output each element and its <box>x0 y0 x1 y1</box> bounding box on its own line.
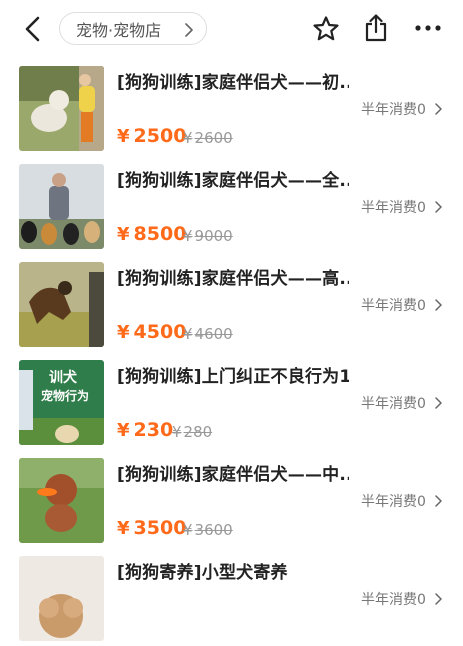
chevron-right-icon <box>434 397 443 409</box>
product-thumbnail <box>19 164 104 249</box>
chevron-right-icon <box>184 22 194 37</box>
list-item[interactable]: [狗狗训练]家庭伴侣犬——初... 半年消费0 ¥2500 ¥2600 <box>0 58 463 156</box>
product-thumbnail <box>19 458 104 543</box>
item-price: ¥2500 <box>117 125 187 147</box>
item-title: [狗狗训练]家庭伴侣犬——初... <box>117 73 349 93</box>
back-arrow-icon[interactable] <box>20 14 48 44</box>
breadcrumb: 宠物·宠物店 <box>76 20 162 40</box>
item-title: [狗狗训练]家庭伴侣犬——全... <box>117 171 349 191</box>
product-list: [狗狗训练]家庭伴侣犬——初... 半年消费0 ¥2500 ¥2600 [狗狗训… <box>0 58 463 646</box>
share-icon[interactable] <box>363 13 389 43</box>
item-price: ¥230 <box>117 419 174 441</box>
product-thumbnail: 训犬 宠物行为 <box>19 360 104 445</box>
item-original-price: ¥3600 <box>183 521 233 539</box>
item-title: [狗狗训练]家庭伴侣犬——中... <box>117 465 349 485</box>
item-title: [狗狗训练]家庭伴侣犬——高... <box>117 269 349 289</box>
item-title: [狗狗训练]上门纠正不良行为1... <box>117 367 349 387</box>
item-original-price: ¥280 <box>172 423 213 441</box>
list-item[interactable]: [狗狗训练]家庭伴侣犬——全... 半年消费0 ¥8500 ¥9000 <box>0 156 463 254</box>
chevron-right-icon <box>434 593 443 605</box>
item-price: ¥8500 <box>117 223 187 245</box>
item-original-price: ¥4600 <box>183 325 233 343</box>
item-original-price: ¥2600 <box>183 129 233 147</box>
product-thumbnail <box>19 262 104 347</box>
item-sales: 半年消费0 <box>361 99 443 119</box>
thumbnail-caption-top: 训犬 <box>49 369 78 386</box>
item-sales: 半年消费0 <box>361 197 443 217</box>
more-icon[interactable] <box>414 18 442 38</box>
list-item[interactable]: [狗狗训练]家庭伴侣犬——中... 半年消费0 ¥3500 ¥3600 <box>0 450 463 548</box>
item-sales: 半年消费0 <box>361 295 443 315</box>
item-price: ¥4500 <box>117 321 187 343</box>
item-sales: 半年消费0 <box>361 393 443 413</box>
product-thumbnail <box>19 66 104 151</box>
star-icon[interactable] <box>312 15 340 43</box>
item-sales: 半年消费0 <box>361 589 443 609</box>
top-bar: 宠物·宠物店 <box>0 0 463 58</box>
chevron-right-icon <box>434 201 443 213</box>
chevron-right-icon <box>434 495 443 507</box>
chevron-right-icon <box>434 103 443 115</box>
breadcrumb-chip[interactable]: 宠物·宠物店 <box>59 12 207 45</box>
list-item[interactable]: 训犬 宠物行为 [狗狗训练]上门纠正不良行为1... 半年消费0 ¥230 ¥2… <box>0 352 463 450</box>
list-item[interactable]: [狗狗寄养]小型犬寄养 半年消费0 <box>0 548 463 646</box>
chevron-right-icon <box>434 299 443 311</box>
item-sales: 半年消费0 <box>361 491 443 511</box>
thumbnail-caption-bottom: 宠物行为 <box>41 388 89 403</box>
list-item[interactable]: [狗狗训练]家庭伴侣犬——高... 半年消费0 ¥4500 ¥4600 <box>0 254 463 352</box>
product-thumbnail <box>19 556 104 641</box>
item-original-price: ¥9000 <box>183 227 233 245</box>
item-title: [狗狗寄养]小型犬寄养 <box>117 563 288 583</box>
item-price: ¥3500 <box>117 517 187 539</box>
